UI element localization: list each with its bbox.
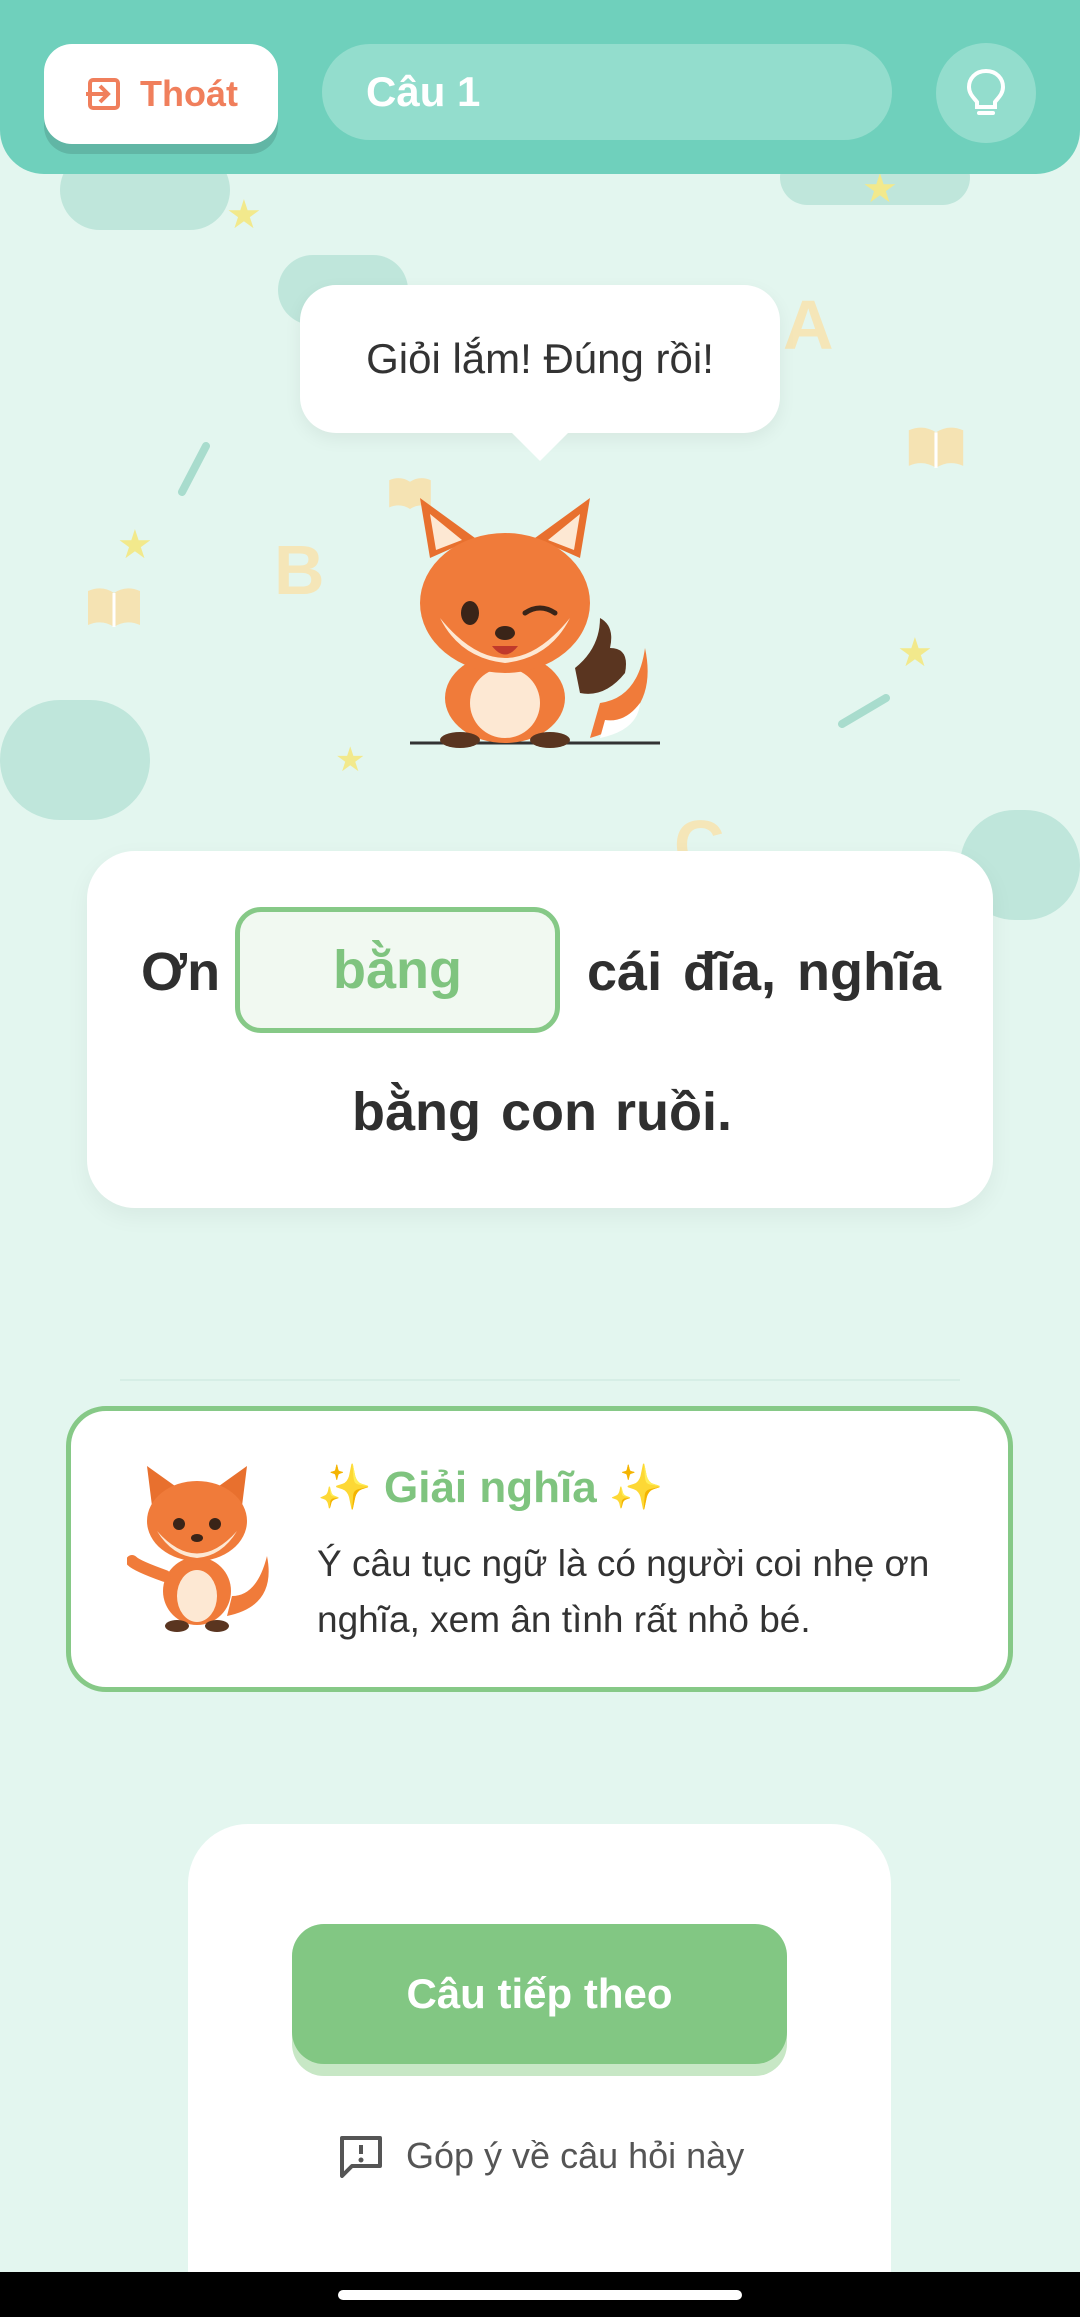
meaning-title: ✨ Giải nghĩa ✨ xyxy=(317,1463,664,1512)
question-number: Câu 1 xyxy=(322,44,892,140)
divider xyxy=(120,1379,960,1381)
sentence-word: đĩa, xyxy=(683,942,777,1002)
next-question-label: Câu tiếp theo xyxy=(406,1970,673,2017)
star-decoration: ★ xyxy=(335,741,366,779)
fox-mascot-thumbs-up xyxy=(410,498,660,748)
book-icon xyxy=(88,588,140,627)
pencil-icon xyxy=(178,442,210,496)
exit-button[interactable]: Thoát xyxy=(44,44,278,144)
home-indicator[interactable] xyxy=(338,2290,742,2300)
star-decoration: ★ xyxy=(117,523,153,567)
meaning-card: ✨ Giải nghĩa ✨ Ý câu tục ngữ là có người… xyxy=(66,1406,1013,1692)
sentence-word: cái xyxy=(587,942,663,1002)
next-question-button[interactable]: Câu tiếp theo xyxy=(292,1924,787,2064)
top-header: Thoát Câu 1 xyxy=(0,0,1080,174)
lightbulb-icon xyxy=(966,68,1006,115)
hint-button[interactable] xyxy=(936,43,1036,143)
feedback-label: Góp ý về câu hỏi này xyxy=(406,2135,745,2176)
star-decoration: ★ xyxy=(226,193,262,237)
exit-label: Thoát xyxy=(140,73,238,114)
answer-word: bằng xyxy=(333,940,462,1000)
feedback-link[interactable]: Góp ý về câu hỏi này xyxy=(338,2134,744,2178)
bottom-action-panel: Câu tiếp theo Góp ý về câu hỏi này xyxy=(188,1824,891,2317)
bubble-text: Giỏi lắm! Đúng rồi! xyxy=(366,335,714,382)
meaning-text: Ý câu tục ngữ là có người coi nhẹ ơn ngh… xyxy=(317,1543,930,1640)
sentence-card: Ơn bằng cái đĩa, nghĩa bằng con ruồi. xyxy=(87,851,993,1208)
cloud-decoration xyxy=(0,700,150,820)
star-decoration: ★ xyxy=(897,631,933,675)
sentence-word: ruồi. xyxy=(615,1082,732,1142)
answer-slot[interactable]: bằng xyxy=(235,907,560,1033)
fox-mascot-waving xyxy=(127,1466,269,1632)
letter-decoration: B xyxy=(274,531,325,609)
exit-icon xyxy=(86,78,120,110)
sentence-word: bằng xyxy=(352,1082,481,1142)
pencil-icon xyxy=(838,694,890,728)
speech-bubble: Giỏi lắm! Đúng rồi! xyxy=(300,285,780,461)
sentence-word: nghĩa xyxy=(797,942,941,1002)
letter-decoration: A xyxy=(783,286,834,364)
sentence-word: con xyxy=(501,1082,598,1142)
question-label: Câu 1 xyxy=(366,68,481,115)
book-icon xyxy=(908,427,964,468)
sentence-word: Ơn xyxy=(141,942,221,1002)
feedback-icon xyxy=(340,2136,382,2178)
